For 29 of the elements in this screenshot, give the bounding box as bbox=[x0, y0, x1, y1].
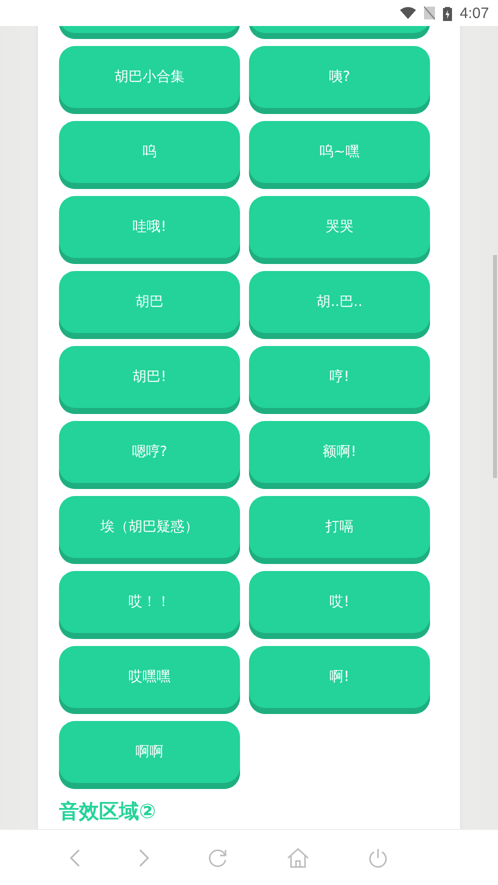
sound-button[interactable]: 哇哦! bbox=[59, 196, 240, 264]
battery-charging-icon bbox=[442, 6, 452, 20]
power-icon[interactable] bbox=[368, 848, 388, 868]
sound-button[interactable]: 打嗝 bbox=[249, 496, 430, 564]
reload-icon[interactable] bbox=[208, 848, 228, 868]
sound-button[interactable]: 胡..巴.. bbox=[249, 271, 430, 339]
sound-button[interactable]: 胡巴小合集 bbox=[59, 46, 240, 114]
forward-icon[interactable] bbox=[138, 848, 149, 866]
sound-button[interactable]: 哎嘿嘿 bbox=[59, 646, 240, 714]
sound-button[interactable]: 哎! bbox=[249, 571, 430, 639]
back-icon[interactable] bbox=[70, 848, 80, 866]
sound-button[interactable]: 呜 bbox=[59, 121, 240, 189]
wifi-icon bbox=[400, 7, 416, 19]
status-time: 4:07 bbox=[460, 4, 489, 22]
sound-button[interactable]: 埃（胡巴疑惑） bbox=[59, 496, 240, 564]
no-sim-icon bbox=[424, 6, 435, 20]
sound-button[interactable]: 胡巴! bbox=[59, 346, 240, 414]
sound-button[interactable]: 呜~嘿 bbox=[249, 121, 430, 189]
sound-button[interactable]: 哼! bbox=[249, 346, 430, 414]
sound-button[interactable]: 哎！！ bbox=[59, 571, 240, 639]
sound-button[interactable]: 嗯哼? bbox=[59, 421, 240, 489]
home-icon[interactable] bbox=[287, 848, 310, 868]
sound-button[interactable]: 额啊! bbox=[249, 421, 430, 489]
sound-button[interactable]: 哭哭 bbox=[249, 196, 430, 264]
sound-button[interactable]: 胡巴 bbox=[59, 271, 240, 339]
sound-button[interactable]: 啊! bbox=[249, 646, 430, 714]
sound-button[interactable]: 啊啊 bbox=[59, 721, 240, 789]
section-heading: 音效区域② bbox=[59, 799, 156, 823]
sound-button[interactable]: 咦? bbox=[249, 46, 430, 114]
